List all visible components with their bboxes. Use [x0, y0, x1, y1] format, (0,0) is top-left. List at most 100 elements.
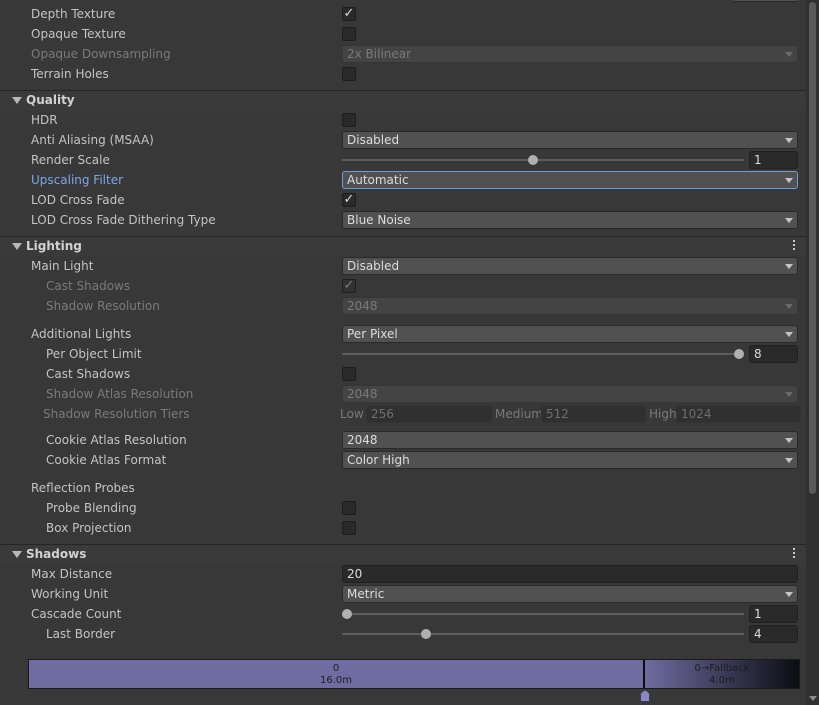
- vertical-scrollbar[interactable]: [806, 0, 819, 705]
- tier-high-field: 1024: [676, 405, 801, 423]
- lod-dithering-value: Blue Noise: [347, 213, 411, 227]
- cookie-atlas-format-label: Cookie Atlas Format: [46, 453, 167, 467]
- section-lighting-header[interactable]: Lighting: [0, 236, 806, 256]
- shadow-resolution-tiers-label: Shadow Resolution Tiers: [43, 407, 190, 421]
- terrain-holes-checkbox[interactable]: [342, 67, 356, 81]
- anti-aliasing-value: Disabled: [347, 133, 400, 147]
- cookie-atlas-resolution-value: 2048: [347, 433, 378, 447]
- cascade-split-handle[interactable]: [640, 690, 650, 702]
- tier-low-field: 256: [366, 405, 492, 423]
- last-border-field[interactable]: 4: [749, 625, 798, 643]
- chevron-down-icon: [785, 178, 793, 183]
- per-object-limit-field[interactable]: 8: [749, 345, 798, 363]
- lod-cross-fade-checkbox[interactable]: ✓: [342, 193, 356, 207]
- terrain-holes-label: Terrain Holes: [31, 67, 109, 81]
- add-cast-shadows-label: Cast Shadows: [46, 367, 131, 381]
- tier-medium-value: 512: [546, 407, 569, 421]
- render-scale-field[interactable]: 1: [749, 151, 798, 169]
- row-opaque-texture: Opaque Texture: [0, 24, 806, 44]
- cookie-atlas-format-value: Color High: [347, 453, 410, 467]
- more-options-icon[interactable]: [793, 240, 796, 252]
- opaque-texture-checkbox[interactable]: [342, 27, 356, 41]
- cascade-count-field[interactable]: 1: [749, 605, 798, 623]
- section-quality-header[interactable]: Quality: [0, 90, 806, 110]
- cascade-count-slider-thumb[interactable]: [342, 609, 352, 619]
- upscaling-filter-dropdown[interactable]: Automatic: [342, 171, 798, 189]
- lod-dithering-label: LOD Cross Fade Dithering Type: [31, 213, 216, 227]
- row-box-projection: Box Projection: [0, 518, 806, 538]
- cascade-fallback-distance: 4.0m: [709, 675, 735, 686]
- anti-aliasing-dropdown[interactable]: Disabled: [342, 131, 798, 149]
- reflection-probes-label: Reflection Probes: [31, 481, 135, 495]
- cookie-atlas-resolution-dropdown[interactable]: 2048: [342, 431, 798, 449]
- row-shadow-resolution-tiers: Shadow Resolution Tiers Low 256 Medium 5…: [0, 404, 806, 424]
- main-light-dropdown[interactable]: Disabled: [342, 257, 798, 275]
- foldout-triangle-icon[interactable]: [12, 97, 22, 104]
- foldout-triangle-icon[interactable]: [12, 551, 22, 558]
- probe-blending-label: Probe Blending: [46, 501, 137, 515]
- row-additional-lights: Additional Lights Per Pixel: [0, 324, 806, 344]
- cascade-split-bar[interactable]: 0 16.0m 0→Fallback 4.0m: [28, 659, 800, 689]
- row-main-light: Main Light Disabled: [0, 256, 806, 276]
- cascade-segment-0-distance: 16.0m: [319, 675, 352, 686]
- hdr-checkbox[interactable]: [342, 113, 356, 127]
- chevron-down-icon: [785, 218, 793, 223]
- cascade-count-label: Cascade Count: [31, 607, 122, 621]
- foldout-triangle-icon[interactable]: [12, 243, 22, 250]
- last-border-slider-thumb[interactable]: [421, 629, 431, 639]
- per-object-limit-slider-thumb[interactable]: [734, 349, 744, 359]
- section-quality-title: Quality: [26, 93, 75, 107]
- tier-high-label: High: [649, 407, 677, 421]
- last-border-value: 4: [754, 627, 762, 641]
- additional-lights-value: Per Pixel: [347, 327, 398, 341]
- depth-texture-label: Depth Texture: [31, 7, 116, 21]
- probe-blending-checkbox[interactable]: [342, 501, 356, 515]
- tier-medium-label: Medium: [495, 407, 543, 421]
- cast-shadows-label: Cast Shadows: [46, 279, 131, 293]
- cascade-fallback-label: 0→Fallback: [694, 663, 750, 674]
- cookie-atlas-format-dropdown[interactable]: Color High: [342, 451, 798, 469]
- render-scale-slider-thumb[interactable]: [528, 155, 538, 165]
- box-projection-label: Box Projection: [46, 521, 132, 535]
- row-lod-dithering: LOD Cross Fade Dithering Type Blue Noise: [0, 210, 806, 230]
- row-cookie-atlas-format: Cookie Atlas Format Color High: [0, 450, 806, 470]
- row-probe-blending: Probe Blending: [0, 498, 806, 518]
- last-border-slider-track[interactable]: [342, 633, 744, 635]
- section-shadows-header[interactable]: Shadows: [0, 544, 806, 564]
- row-opaque-downsampling: Opaque Downsampling 2x Bilinear: [0, 44, 806, 64]
- more-options-icon[interactable]: [793, 548, 796, 560]
- working-unit-value: Metric: [347, 587, 385, 601]
- working-unit-dropdown[interactable]: Metric: [342, 585, 798, 603]
- max-distance-field[interactable]: 20: [342, 565, 798, 583]
- row-render-scale: Render Scale 1: [0, 150, 806, 170]
- cascade-count-slider-track[interactable]: [342, 613, 744, 615]
- box-projection-checkbox[interactable]: [342, 521, 356, 535]
- row-upscaling-filter: Upscaling Filter Automatic: [0, 170, 806, 190]
- opaque-downsampling-dropdown: 2x Bilinear: [342, 45, 798, 63]
- depth-texture-checkbox[interactable]: ✓: [342, 7, 356, 21]
- lod-dithering-dropdown[interactable]: Blue Noise: [342, 211, 798, 229]
- additional-lights-dropdown[interactable]: Per Pixel: [342, 325, 798, 343]
- opaque-texture-label: Opaque Texture: [31, 27, 126, 41]
- per-object-limit-value: 8: [754, 347, 762, 361]
- add-cast-shadows-checkbox[interactable]: [342, 367, 356, 381]
- render-scale-slider-track[interactable]: [342, 159, 744, 161]
- row-lod-cross-fade: LOD Cross Fade ✓: [0, 190, 806, 210]
- row-shadow-atlas-resolution: Shadow Atlas Resolution 2048: [0, 384, 806, 404]
- last-border-label: Last Border: [46, 627, 116, 641]
- row-cascade-count: Cascade Count 1: [0, 604, 806, 624]
- cookie-atlas-resolution-label: Cookie Atlas Resolution: [46, 433, 187, 447]
- hdr-label: HDR: [31, 113, 58, 127]
- cast-shadows-checkbox: ✓: [342, 279, 356, 293]
- tier-high-value: 1024: [681, 407, 712, 421]
- upscaling-filter-value: Automatic: [347, 173, 409, 187]
- per-object-limit-label: Per Object Limit: [46, 347, 142, 361]
- row-working-unit: Working Unit Metric: [0, 584, 806, 604]
- shadow-resolution-label: Shadow Resolution: [46, 299, 160, 313]
- row-terrain-holes: Terrain Holes: [0, 64, 806, 84]
- shadow-atlas-resolution-label: Shadow Atlas Resolution: [46, 387, 194, 401]
- per-object-limit-slider-track[interactable]: [342, 353, 744, 355]
- row-anti-aliasing: Anti Aliasing (MSAA) Disabled: [0, 130, 806, 150]
- scroll-down-arrow-icon[interactable]: [809, 696, 817, 701]
- scrollbar-thumb[interactable]: [809, 2, 816, 494]
